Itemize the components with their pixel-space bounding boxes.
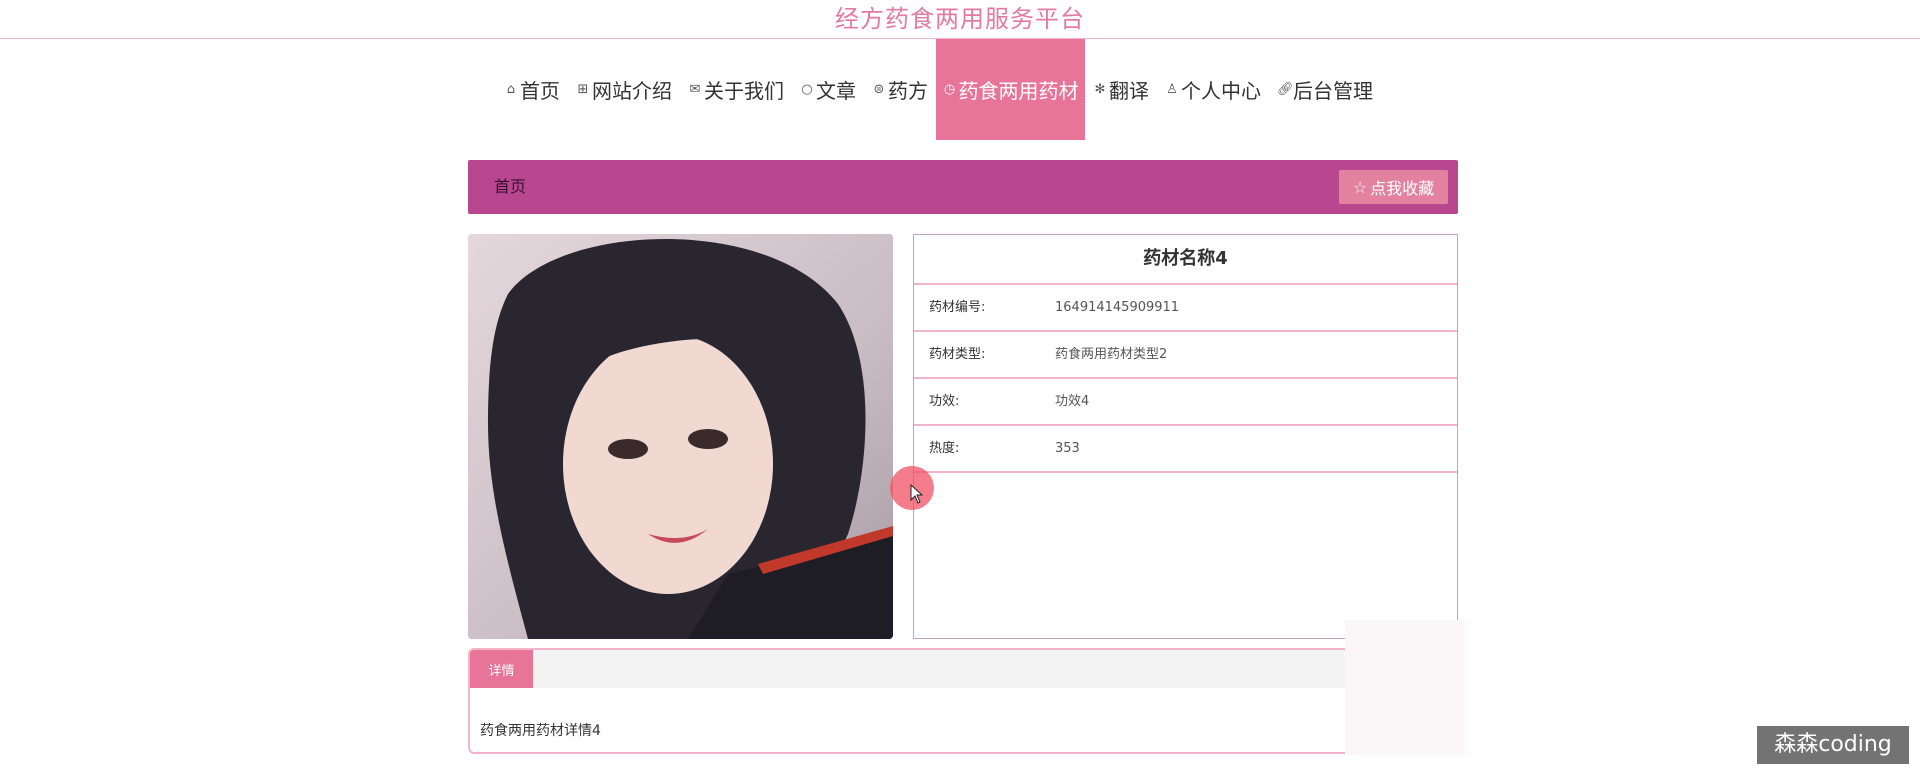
nav-item-label: 网站介绍 (592, 79, 672, 103)
info-row-type: 药材类型: 药食两用药材类型2 (914, 332, 1457, 379)
clock-icon: ◷ (943, 82, 956, 97)
circle-icon: ○ (801, 82, 813, 97)
nav-item-site-intro[interactable]: ⊞ 网站介绍 (568, 39, 680, 140)
info-label: 药材类型: (929, 347, 986, 362)
nav-item-label: 后台管理 (1293, 79, 1373, 103)
info-label: 药材编号: (929, 300, 986, 315)
nav-item-label: 首页 (520, 79, 560, 103)
nav-item-articles[interactable]: ○ 文章 (792, 39, 864, 140)
info-value: 164914145909911 (1055, 300, 1180, 315)
portrait-illustration (468, 234, 893, 639)
herb-name: 药材名称4 (914, 235, 1457, 285)
star-icon: ☆ (1352, 177, 1368, 197)
nav-item-translate[interactable]: ✻ 翻译 (1085, 39, 1157, 140)
nav-item-label: 翻译 (1109, 79, 1149, 103)
favorite-button[interactable]: ☆ 点我收藏 (1339, 170, 1448, 204)
info-label: 热度: (929, 441, 960, 456)
link-icon: 🔗︎ (1277, 82, 1294, 97)
home-icon: ⌂ (506, 82, 516, 97)
asterisk-icon: ✻ (1094, 82, 1106, 97)
nav-item-admin[interactable]: 🔗︎ 后台管理 (1269, 39, 1381, 140)
info-row-efficacy: 功效: 功效4 (914, 379, 1457, 426)
site-title: 经方药食两用服务平台 (835, 5, 1085, 33)
herb-image (468, 234, 893, 639)
cursor-icon (910, 484, 924, 504)
tab-detail[interactable]: 详情 (470, 650, 533, 688)
main-nav: ⌂ 首页 ⊞ 网站介绍 ✉ 关于我们 ○ 文章 ⊜ 药方 ◷ 药食两用药材 ✻ … (0, 39, 1920, 140)
info-row-code: 药材编号: 164914145909911 (914, 285, 1457, 332)
breadcrumb: 首页 ☆ 点我收藏 (468, 160, 1458, 214)
dots-circle-icon: ⊜ (873, 82, 885, 97)
nav-item-label: 文章 (816, 79, 856, 103)
info-value: 药食两用药材类型2 (1055, 347, 1168, 362)
info-value: 功效4 (1055, 394, 1090, 409)
herb-info-card: 药材名称4 药材编号: 164914145909911 药材类型: 药食两用药材… (913, 234, 1458, 639)
favorite-button-label: 点我收藏 (1370, 179, 1435, 198)
blurred-region (1345, 620, 1465, 755)
page: 经方药食两用服务平台 ⌂ 首页 ⊞ 网站介绍 ✉ 关于我们 ○ 文章 ⊜ 药方 (0, 0, 1920, 777)
nav-item-label: 药方 (888, 79, 928, 103)
nav-item-herbs[interactable]: ◷ 药食两用药材 (936, 39, 1085, 140)
nav-item-prescriptions[interactable]: ⊜ 药方 (864, 39, 936, 140)
info-label: 功效: (929, 394, 960, 409)
mail-icon: ✉ (689, 82, 701, 97)
tab-strip: 详情 (470, 650, 1460, 688)
nav-item-label: 关于我们 (704, 79, 784, 103)
info-row-popularity: 热度: 353 (914, 426, 1457, 473)
detail-content: 药食两用药材详情4 (480, 723, 601, 739)
grid-icon: ⊞ (577, 82, 589, 97)
nav-item-home[interactable]: ⌂ 首页 (496, 39, 568, 140)
info-value: 353 (1055, 441, 1080, 456)
nav-item-about-us[interactable]: ✉ 关于我们 (680, 39, 792, 140)
user-icon: ♙ (1166, 82, 1178, 97)
nav-item-personal-center[interactable]: ♙ 个人中心 (1157, 39, 1269, 140)
detail-panel: 详情 药食两用药材详情4 (468, 648, 1462, 754)
watermark: 森森coding (1757, 726, 1909, 764)
breadcrumb-home[interactable]: 首页 (494, 160, 526, 214)
nav-item-label: 个人中心 (1181, 79, 1261, 103)
nav-item-label: 药食两用药材 (958, 79, 1079, 103)
